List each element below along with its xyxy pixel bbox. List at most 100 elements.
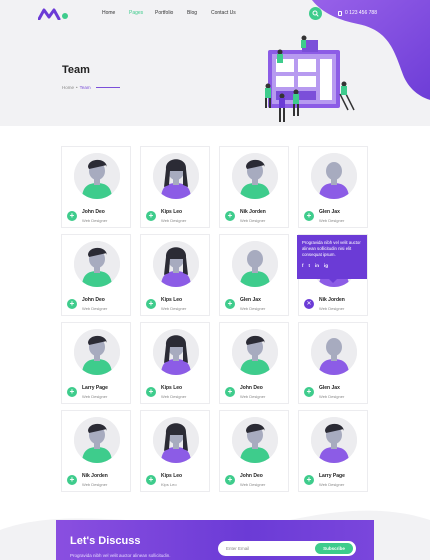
member-role: Web Designer: [161, 394, 187, 399]
subscribe-button[interactable]: Subscribe: [315, 543, 353, 554]
plus-icon[interactable]: +: [67, 387, 77, 397]
linkedin-icon[interactable]: in: [315, 263, 319, 268]
member-info-popover: Progravida nibh vel velit auctor alinean…: [297, 235, 367, 283]
nav-home[interactable]: Home: [102, 10, 115, 16]
plus-icon[interactable]: +: [225, 475, 235, 485]
page-header: Home Pages Portfolio Blog Contact Us 0 1…: [0, 0, 430, 126]
newsletter-subtitle: Progravida nibh vel velit auctor alinean…: [70, 553, 171, 558]
nav-pages[interactable]: Pages: [129, 10, 143, 16]
member-name: John Deo: [82, 209, 105, 215]
team-card[interactable]: + Kips Leo Web Designer: [140, 234, 210, 316]
member-role: Web Designer: [82, 218, 108, 223]
plus-icon[interactable]: +: [146, 211, 156, 221]
member-role: Web Designer: [82, 394, 108, 399]
avatar: [74, 153, 120, 199]
popover-text: Progravida nibh vel velit auctor alinean…: [302, 240, 361, 257]
avatar: [74, 329, 120, 375]
plus-icon[interactable]: +: [304, 387, 314, 397]
breadcrumb: Home • Team: [62, 85, 120, 90]
page-title: Team: [62, 64, 90, 76]
facebook-icon[interactable]: f: [302, 263, 304, 268]
newsletter-form: Subscribe: [218, 541, 356, 556]
member-role: Web Designer: [319, 482, 345, 487]
search-button[interactable]: [309, 7, 322, 20]
popover-arrow: [329, 279, 337, 283]
team-card[interactable]: + Larry Page Web Designer: [61, 322, 131, 404]
member-name: John Deo: [82, 297, 105, 303]
member-role: Web Designer: [82, 306, 108, 311]
team-card[interactable]: + Kips Leo Web Designer: [140, 322, 210, 404]
team-card[interactable]: + Glen Jax Web Designer: [219, 234, 289, 316]
plus-icon[interactable]: +: [146, 387, 156, 397]
team-card[interactable]: + Larry Page Web Designer: [298, 410, 368, 492]
phone-icon: [338, 10, 342, 16]
nav-contact[interactable]: Contact Us: [211, 10, 236, 16]
breadcrumb-current: Team: [79, 85, 91, 90]
breadcrumb-separator: •: [76, 85, 78, 90]
member-name: Nik Jorden: [319, 297, 345, 303]
plus-icon[interactable]: +: [304, 475, 314, 485]
member-role: Web Designer: [319, 394, 345, 399]
plus-icon[interactable]: +: [225, 387, 235, 397]
member-name: John Deo: [240, 385, 263, 391]
twitter-icon[interactable]: t: [309, 263, 311, 268]
plus-icon[interactable]: +: [146, 299, 156, 309]
plus-icon[interactable]: +: [225, 299, 235, 309]
email-field[interactable]: [226, 544, 316, 553]
team-card[interactable]: + Glen Jax Web Designer: [298, 146, 368, 228]
member-name: Kips Leo: [161, 297, 183, 303]
nav-portfolio[interactable]: Portfolio: [155, 10, 173, 16]
member-name: Nik Jorden: [82, 473, 108, 479]
avatar: [232, 329, 278, 375]
nav-blog[interactable]: Blog: [187, 10, 197, 16]
member-role: Web Designer: [240, 218, 266, 223]
plus-icon[interactable]: +: [67, 211, 77, 221]
member-role: Web Designer: [82, 482, 108, 487]
member-role: Web Designer: [240, 394, 266, 399]
avatar: [153, 417, 199, 463]
avatar: [311, 153, 357, 199]
plus-icon[interactable]: +: [67, 299, 77, 309]
member-role: Web Designer: [161, 218, 187, 223]
avatar: [232, 241, 278, 287]
avatar: [232, 153, 278, 199]
member-name: Kips Leo: [161, 385, 183, 391]
member-role: Web Designer: [240, 482, 266, 487]
team-card[interactable]: + Kips Leo Web Designer: [140, 146, 210, 228]
team-card[interactable]: + Nik Jorden Web Designer: [61, 410, 131, 492]
team-card[interactable]: + Nik Jorden Web Designer: [219, 146, 289, 228]
team-illustration: [265, 35, 355, 122]
newsletter-banner: Let's Discuss Progravida nibh vel velit …: [56, 520, 374, 560]
member-name: Glen Jax: [319, 385, 340, 391]
team-card[interactable]: + John Deo Web Designer: [61, 234, 131, 316]
phone-number[interactable]: 0 123 456 788: [338, 10, 377, 16]
team-card[interactable]: + Glen Jax Web Designer: [298, 322, 368, 404]
member-name: Kips Leo: [161, 473, 183, 479]
plus-icon[interactable]: +: [304, 211, 314, 221]
brand-logo[interactable]: [38, 8, 70, 20]
member-name: John Deo: [240, 473, 263, 479]
member-role: Web Designer: [319, 306, 345, 311]
team-card[interactable]: + Kips Leo Kips Leo: [140, 410, 210, 492]
member-role: Web Designer: [240, 306, 266, 311]
member-role: Kips Leo: [161, 482, 177, 487]
close-icon[interactable]: ✕: [304, 299, 314, 309]
breadcrumb-underline: [95, 87, 120, 88]
plus-icon[interactable]: +: [67, 475, 77, 485]
plus-icon[interactable]: +: [146, 475, 156, 485]
avatar: [311, 417, 357, 463]
social-links: f t in ig: [302, 263, 362, 268]
avatar: [74, 241, 120, 287]
team-card[interactable]: + John Deo Web Designer: [219, 410, 289, 492]
member-role: Web Designer: [161, 306, 187, 311]
team-card[interactable]: + John Deo Web Designer: [61, 146, 131, 228]
search-icon: [312, 10, 319, 17]
avatar: [153, 241, 199, 287]
instagram-icon[interactable]: ig: [324, 263, 328, 268]
plus-icon[interactable]: +: [225, 211, 235, 221]
breadcrumb-home[interactable]: Home: [62, 85, 74, 90]
member-name: Glen Jax: [319, 209, 340, 215]
avatar: [153, 329, 199, 375]
member-role: Web Designer: [319, 218, 345, 223]
team-card[interactable]: + John Deo Web Designer: [219, 322, 289, 404]
